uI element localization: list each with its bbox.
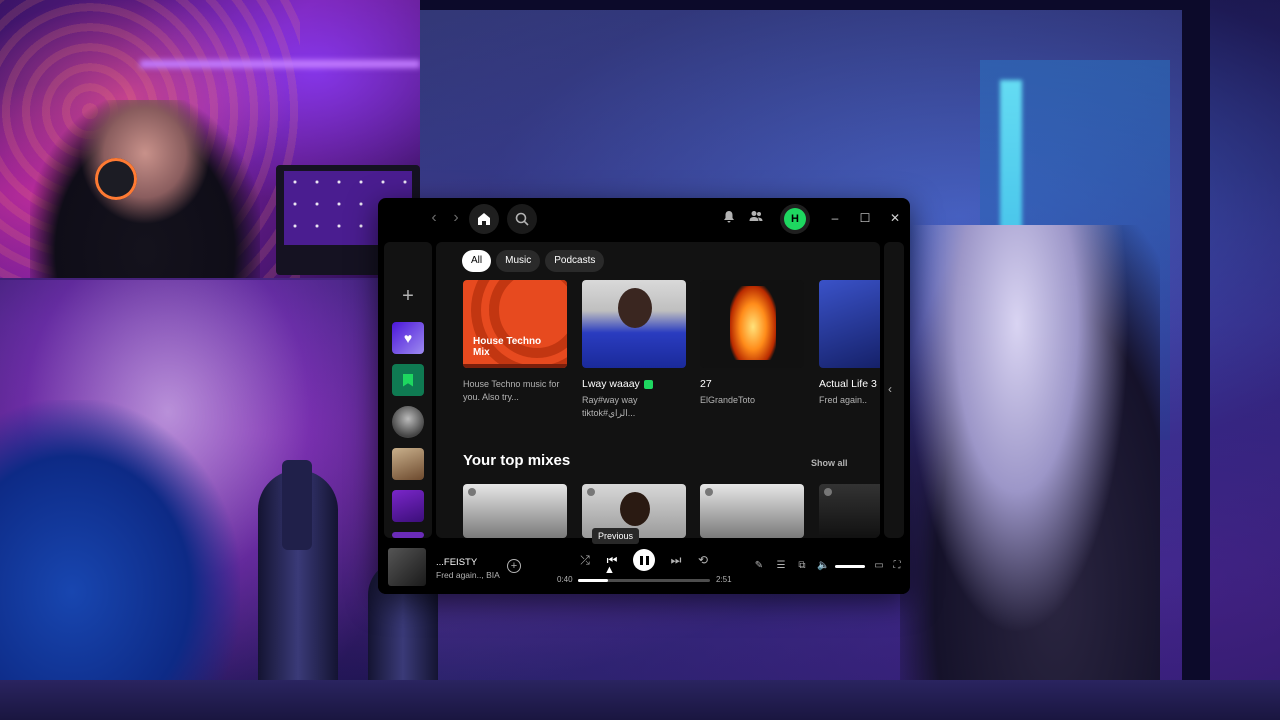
now-playing-cover[interactable] — [388, 548, 426, 586]
now-playing-title[interactable]: ...FEISTY — [436, 557, 477, 568]
card-title: 27 — [700, 378, 712, 390]
filter-chip-podcasts[interactable]: Podcasts — [545, 250, 605, 272]
back-arrow-icon[interactable]: ‹ — [424, 208, 444, 228]
library-item-playlist[interactable] — [392, 532, 424, 538]
card-actual-life-3[interactable]: Actual Life 3 (January 1 -... Fred again… — [819, 280, 880, 407]
queue-icon[interactable]: ☰ — [775, 560, 787, 572]
card-subtitle: ElGrandeToto — [700, 395, 756, 405]
filter-chips: All Music Podcasts — [462, 250, 605, 272]
filter-chip-all[interactable]: All — [462, 250, 492, 272]
card-art: House Techno Mix — [463, 280, 567, 368]
library-item-artist[interactable] — [392, 406, 424, 438]
card-subtitle: Fred again.. — [819, 395, 868, 405]
webcam-led-strip — [140, 60, 420, 68]
card-title: Lway waaay — [582, 378, 686, 390]
background-table — [0, 680, 1280, 720]
fullscreen-icon[interactable]: ⛶ — [891, 560, 903, 572]
mix-art-bar — [463, 364, 567, 368]
library-item-playlist[interactable] — [392, 490, 424, 522]
webcam-streamer — [30, 100, 260, 278]
mouse-cursor-icon: ▲ — [604, 564, 615, 576]
add-icon[interactable]: + — [396, 284, 420, 308]
now-playing-artist[interactable]: Fred again.., BIA — [436, 570, 500, 580]
card-27[interactable]: 27 ElGrandeToto — [700, 280, 804, 407]
background-plant — [0, 400, 240, 720]
verified-icon — [643, 379, 653, 389]
title-bar: ‹ › H – ☐ ✕ — [378, 198, 910, 238]
current-time: 0:40 — [557, 575, 573, 584]
webcam-overlay — [0, 0, 420, 278]
connect-device-icon[interactable]: ⧉ — [796, 560, 808, 572]
card-title: Actual Life 3 (January 1 -... — [819, 378, 880, 390]
lyrics-icon[interactable]: ✎ — [753, 560, 765, 572]
next-icon[interactable]: ⏭ — [668, 552, 684, 568]
bookmark-icon — [403, 373, 413, 387]
friends-activity-icon[interactable] — [748, 210, 764, 226]
heart-icon: ♥ — [403, 330, 413, 346]
spotify-logo-icon — [468, 488, 476, 496]
progress-fill — [578, 579, 609, 582]
repeat-icon[interactable]: ⟲ — [695, 552, 711, 568]
card-art — [819, 280, 880, 368]
background-anime-character — [900, 225, 1160, 720]
progress-bar[interactable] — [578, 579, 710, 582]
search-icon — [515, 212, 529, 226]
top-mix-card[interactable] — [463, 484, 567, 538]
your-episodes-tile[interactable] — [392, 364, 424, 396]
headset-icon — [95, 158, 137, 200]
show-all-link[interactable]: Show all — [811, 458, 848, 468]
miniplayer-icon[interactable]: ▭ — [873, 560, 885, 572]
top-mix-card[interactable] — [819, 484, 880, 538]
window-close-button[interactable]: ✕ — [886, 209, 904, 227]
filter-chip-music[interactable]: Music — [496, 250, 541, 272]
spotify-logo-icon — [587, 488, 595, 496]
top-mix-card[interactable] — [700, 484, 804, 538]
tooltip: Previous — [592, 528, 640, 544]
forward-arrow-icon[interactable]: › — [446, 208, 466, 228]
volume-icon[interactable]: 🔈 — [817, 560, 829, 572]
card-art-label: House Techno Mix — [473, 336, 542, 358]
pause-button[interactable] — [633, 549, 655, 571]
profile-button[interactable]: H — [780, 204, 810, 234]
shuffle-icon[interactable]: ⤮ — [577, 552, 593, 568]
card-subtitle: House Techno music for you. Also try... — [463, 379, 560, 402]
spotify-logo-icon — [824, 488, 832, 496]
card-subtitle: Ray#way way tiktok#الراي... — [582, 395, 638, 418]
library-item-playlist[interactable] — [392, 448, 424, 480]
volume-slider[interactable] — [835, 565, 865, 568]
card-art — [700, 280, 804, 368]
add-to-library-button[interactable]: + — [507, 559, 521, 573]
card-house-techno-mix[interactable]: House Techno Mix House Techno music for … — [463, 280, 567, 404]
avatar: H — [784, 208, 806, 230]
card-art — [582, 280, 686, 368]
section-title-top-mixes: Your top mixes — [463, 452, 571, 469]
spotify-window: ‹ › H – ☐ ✕ + ♥ All Music Podcasts House… — [378, 198, 910, 594]
card-lway-waaay[interactable]: Lway waaay Ray#way way tiktok#الراي... — [582, 280, 686, 420]
home-icon — [478, 213, 490, 225]
chevron-left-icon[interactable]: ‹ — [888, 382, 892, 396]
window-maximize-button[interactable]: ☐ — [856, 209, 874, 227]
liked-songs-tile[interactable]: ♥ — [392, 322, 424, 354]
library-sidebar: + ♥ — [384, 242, 432, 538]
now-playing-bar: ...FEISTY Fred again.., BIA + Previous ⤮… — [378, 528, 910, 594]
main-content: All Music Podcasts House Techno Mix Hous… — [436, 242, 880, 538]
search-button[interactable] — [507, 204, 537, 234]
spotify-logo-icon — [705, 488, 713, 496]
total-time: 2:51 — [716, 575, 732, 584]
home-button[interactable] — [469, 204, 499, 234]
right-panel-collapsed: ‹ — [884, 242, 904, 538]
window-minimize-button[interactable]: – — [826, 209, 844, 227]
bell-icon[interactable] — [721, 210, 737, 226]
